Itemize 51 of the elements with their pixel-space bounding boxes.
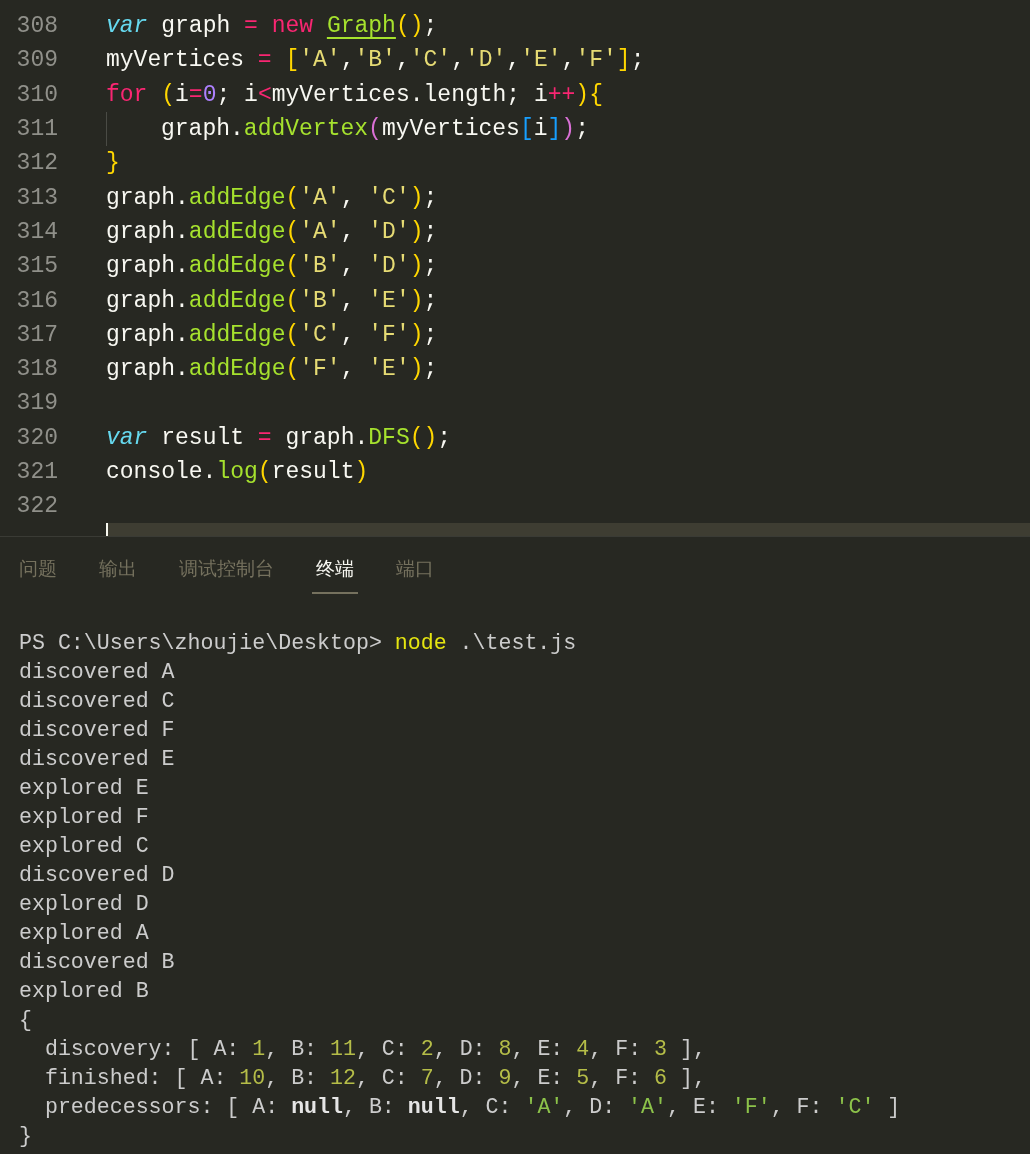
code-line: var graph = new Graph(); <box>106 13 438 40</box>
line-number: 311 <box>15 116 58 143</box>
terminal-line: discovered A <box>19 659 176 686</box>
terminal-line: finished: [ A: 10, B: 12, C: 7, D: 9, E: 5, F: 6 ], <box>43 1065 707 1092</box>
terminal-line: discovered E <box>19 746 176 773</box>
terminal-line: predecessors: [ A: null, B: null, C: 'A', D: 'A', E: 'F', F: 'C' ] <box>43 1094 902 1121</box>
terminal-line: { <box>19 1007 33 1034</box>
code-line: graph.addEdge('A', 'D'); <box>106 218 438 245</box>
line-number: 315 <box>15 253 58 280</box>
code-line: } <box>106 150 120 177</box>
line-number: 308 <box>15 13 58 40</box>
code-line: graph.addEdge('B', 'E'); <box>106 287 438 314</box>
terminal-line: PS C:\Users\zhoujie\Desktop> node .\test.js <box>19 630 578 657</box>
line-number: 316 <box>15 287 58 314</box>
terminal-line: discovery: [ A: 1, B: 11, C: 2, D: 8, E: 4, F: 3 ], <box>43 1036 707 1063</box>
line-number: 320 <box>15 424 58 451</box>
code-line: graph.addEdge('C', 'F'); <box>106 321 438 348</box>
terminal-line: discovered F <box>19 717 176 744</box>
panel-tab[interactable]: 端口 <box>392 546 438 594</box>
line-number: 309 <box>15 47 58 74</box>
terminal-line: discovered B <box>19 949 176 976</box>
line-number: 317 <box>15 321 58 348</box>
terminal-line: explored D <box>19 891 150 918</box>
line-number: 313 <box>15 184 58 211</box>
line-number: 321 <box>15 459 58 485</box>
line-number: 318 <box>15 356 58 383</box>
code-line: console.log(result) <box>106 459 369 485</box>
terminal-line: explored E <box>19 775 150 802</box>
terminal-line: discovered C <box>19 688 176 715</box>
panel-tab[interactable]: 调试控制台 <box>175 546 278 594</box>
terminal-line: explored A <box>19 920 150 947</box>
terminal-line: explored B <box>19 978 150 1005</box>
terminal-line: discovered D <box>19 862 176 889</box>
code-line: var result = graph.DFS(); <box>106 424 452 451</box>
code-line: graph.addEdge('A', 'C'); <box>106 184 438 211</box>
line-number: 319 <box>15 390 58 417</box>
code-line: graph.addEdge('B', 'D'); <box>106 253 438 280</box>
terminal-line: } <box>19 1123 33 1150</box>
code-line: graph.addVertex(myVertices[i]); <box>161 116 589 143</box>
terminal-line: explored F <box>19 804 150 831</box>
code-line: myVertices = ['A','B','C','D','E','F']; <box>106 47 645 74</box>
code-line: for (i=0; i<myVertices.length; i++){ <box>106 81 603 108</box>
panel-tab[interactable]: 终端 <box>312 546 358 594</box>
line-number: 314 <box>15 218 58 245</box>
code-line: graph.addEdge('F', 'E'); <box>106 356 438 383</box>
panel-tab[interactable]: 输出 <box>95 546 141 594</box>
terminal-line: explored C <box>19 833 150 860</box>
panel-tab[interactable]: 问题 <box>15 546 61 594</box>
line-number: 322 <box>15 493 58 520</box>
line-number: 312 <box>15 150 58 177</box>
line-number: 310 <box>15 81 58 108</box>
